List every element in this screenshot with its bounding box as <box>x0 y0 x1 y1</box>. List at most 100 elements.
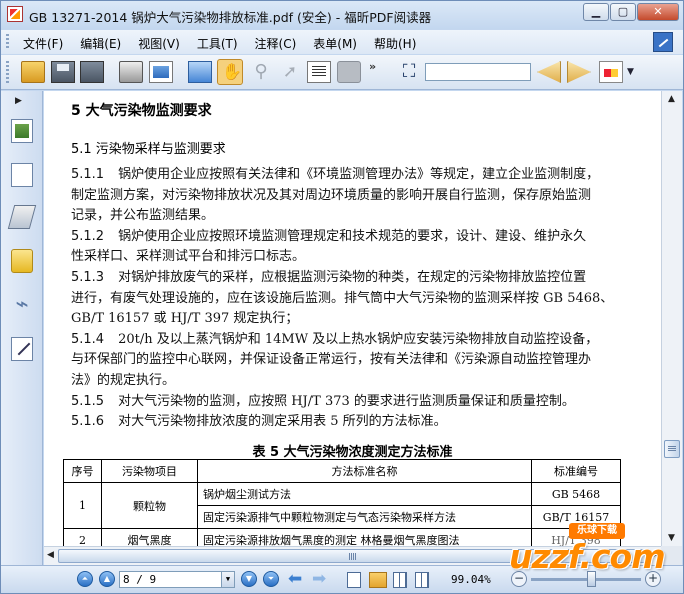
layers-icon[interactable] <box>7 205 37 229</box>
table-row: 1 颗粒物 锅炉烟尘测试方法 GB 5468 <box>63 482 621 529</box>
table-cell-method: 固定污染源排放烟气黑度的测定 林格曼烟气黑度图法 <box>197 528 532 546</box>
select-text-icon[interactable] <box>307 61 331 83</box>
document-line: 记录，并公布监测结果。 <box>71 204 214 223</box>
favorites-icon[interactable] <box>653 32 673 52</box>
find-options-icon[interactable] <box>599 61 623 83</box>
toolbar-overflow-button[interactable]: » <box>369 60 376 73</box>
horizontal-scrollbar[interactable]: ◀ ▶ <box>44 546 661 565</box>
section-title: 5 大气污染物监测要求 <box>71 103 212 119</box>
document-line: 制定监测方案，对污染物排放状况及其对周边环境质量的影响开展自行监测，保存原始监测 <box>71 184 591 203</box>
snapshot-icon[interactable] <box>337 61 361 83</box>
window-title: GB 13271-2014 锅炉大气污染物排放标准.pdf (安全) - 福昕P… <box>29 10 432 25</box>
clause-text: 进行，有废气处理设施的，应在该设施后监测。排气筒中大气污染物的监测采样按 GB … <box>71 290 614 306</box>
pdf-page: 5 大气污染物监测要求 5.1 污染物采样与监测要求 5.1.1 锅炉使用企业应按… <box>44 91 661 546</box>
horizontal-scroll-thumb[interactable] <box>58 549 649 563</box>
clause-text: 记录，并公布监测结果。 <box>71 208 215 224</box>
scroll-up-icon[interactable]: ▲ <box>668 94 675 104</box>
table-header: 污染物项目 <box>101 459 198 483</box>
page-dropdown-icon[interactable]: ▼ <box>221 572 234 587</box>
toolbar-grip <box>6 61 9 83</box>
zoom-slider-thumb[interactable] <box>587 571 596 587</box>
table-header: 标准编号 <box>531 459 621 483</box>
fullscreen-icon[interactable] <box>188 61 212 83</box>
toolbar: ⚲ ➚ » ⛶ ▼ <box>1 55 683 90</box>
zoom-tool-icon[interactable]: ⚲ <box>249 61 273 83</box>
menu-file[interactable]: 文件(F) <box>23 35 63 52</box>
zoom-out-icon[interactable]: − <box>511 571 527 587</box>
previous-page-icon[interactable]: ▲ <box>99 571 115 587</box>
menu-forms[interactable]: 表单(M) <box>313 35 357 52</box>
continuous-layout-icon[interactable] <box>369 572 387 588</box>
zoom-in-icon[interactable]: + <box>645 571 661 587</box>
comments-icon[interactable] <box>11 249 33 273</box>
scroll-down-icon[interactable]: ▼ <box>668 533 675 543</box>
page-number-input[interactable]: 8 / 9 ▼ <box>119 571 235 588</box>
status-bar: ⏶ ▲ 8 / 9 ▼ ▼ ⏷ ⬅ ➡ 99.04% − + <box>1 565 683 593</box>
vertical-scroll-thumb[interactable] <box>664 440 680 458</box>
menu-grip <box>6 34 9 50</box>
attachment-paperclip-icon[interactable]: ⌁ <box>11 293 33 317</box>
hand-tool-icon[interactable] <box>217 59 243 85</box>
menu-edit[interactable]: 编辑(E) <box>80 35 121 52</box>
find-input[interactable] <box>425 63 531 81</box>
document-line: 法》的规定执行。 <box>71 369 175 388</box>
menu-tools[interactable]: 工具(T) <box>197 35 238 52</box>
single-page-layout-icon[interactable] <box>347 572 361 588</box>
page-thumbnails-icon[interactable] <box>11 119 33 143</box>
table-cell-method: 固定污染源排气中颗粒物测定与气态污染物采样方法 <box>197 505 532 529</box>
scroll-right-icon[interactable]: ▶ <box>651 550 658 560</box>
select-tool-icon[interactable]: ➚ <box>278 61 302 83</box>
panel-expand-icon[interactable]: ▶ <box>15 96 22 106</box>
go-forward-icon[interactable]: ➡ <box>312 570 326 588</box>
clause-text: 法》的规定执行。 <box>71 373 176 388</box>
navigation-panel: ▶ ⌁ <box>1 91 43 565</box>
table-row: 2 烟气黑度 固定污染源排放烟气黑度的测定 林格曼烟气黑度图法 HJ/T 398 <box>63 528 621 546</box>
first-page-icon[interactable]: ⏶ <box>77 571 93 587</box>
menu-view[interactable]: 视图(V) <box>138 35 180 52</box>
vertical-scrollbar[interactable]: ▲ ▼ <box>661 91 682 546</box>
table-header: 方法标准名称 <box>197 459 532 483</box>
open-file-icon[interactable] <box>21 61 45 83</box>
go-back-icon[interactable]: ⬅ <box>288 570 302 588</box>
document-line: 性采样口、采样测试平台和排污口标志。 <box>71 245 305 264</box>
next-page-icon[interactable]: ▼ <box>241 571 257 587</box>
document-line: 5.1.2 锅炉使用企业应按照环境监测管理规定和技术规范的要求，设计、建设、维护永… <box>71 225 586 244</box>
clause-number: 5.1.3 <box>71 270 105 285</box>
save-as-icon[interactable] <box>80 61 104 83</box>
table-cell-no: 1 <box>63 482 102 529</box>
find-options-dropdown-icon[interactable]: ▼ <box>627 67 634 77</box>
clause-text: 20t/h 及以上蒸汽锅炉和 14MW 及以上热水锅炉应安装污染物排放自动监控设… <box>118 331 599 347</box>
document-line: 5.1.5 对大气污染物的监测，应按照 HJ/T 373 的要求进行监测质量保证和… <box>71 390 575 409</box>
app-window: GB 13271-2014 锅炉大气污染物排放标准.pdf (安全) - 福昕P… <box>0 0 684 594</box>
table-header-row: 序号 污染物项目 方法标准名称 标准编号 <box>63 459 621 483</box>
facing-layout-icon[interactable] <box>393 572 407 588</box>
document-viewer[interactable]: 5 大气污染物监测要求 5.1 污染物采样与监测要求 5.1.1 锅炉使用企业应按… <box>44 91 682 565</box>
clause-number: 5.1.5 <box>71 393 105 409</box>
table-cell-code: GB/T 16157 <box>531 505 621 529</box>
find-previous-icon[interactable] <box>537 61 561 83</box>
email-icon[interactable] <box>149 61 173 83</box>
document-line: 与环保部门的监控中心联网，并保证设备正常运行，按有关法律和《污染源自动监控管理办 <box>71 348 591 367</box>
zoom-slider[interactable] <box>531 578 641 581</box>
minimize-button[interactable]: ▁ <box>583 3 609 21</box>
print-icon[interactable] <box>119 61 143 83</box>
continuous-facing-layout-icon[interactable] <box>415 572 429 588</box>
table-cell-item: 颗粒物 <box>101 482 198 529</box>
maximize-button[interactable]: ▢ <box>610 3 636 21</box>
signatures-icon[interactable] <box>11 337 33 361</box>
page-number-value: 8 / 9 <box>123 573 157 586</box>
document-line: 进行，有废气处理设施的，应在该设施后监测。排气筒中大气污染物的监测采样按 GB … <box>71 287 613 306</box>
bookmarks-icon[interactable] <box>11 163 33 187</box>
last-page-icon[interactable]: ⏷ <box>263 571 279 587</box>
clause-text: 锅炉使用企业应按照有关法律和《环境监测管理办法》等规定，建立企业监测制度， <box>118 167 600 182</box>
find-next-icon[interactable] <box>567 61 591 83</box>
menu-help[interactable]: 帮助(H) <box>374 35 416 52</box>
table-cell-code: HJ/T 398 <box>531 528 621 546</box>
close-button[interactable]: ✕ <box>637 3 679 21</box>
save-icon[interactable] <box>51 61 75 83</box>
menu-comment[interactable]: 注释(C) <box>255 35 297 52</box>
scroll-left-icon[interactable]: ◀ <box>47 550 54 560</box>
clause-number: 5.1.6 <box>71 414 105 430</box>
find-binoculars-icon[interactable]: ⛶ <box>397 61 421 83</box>
table-cell-code: GB 5468 <box>531 482 621 506</box>
